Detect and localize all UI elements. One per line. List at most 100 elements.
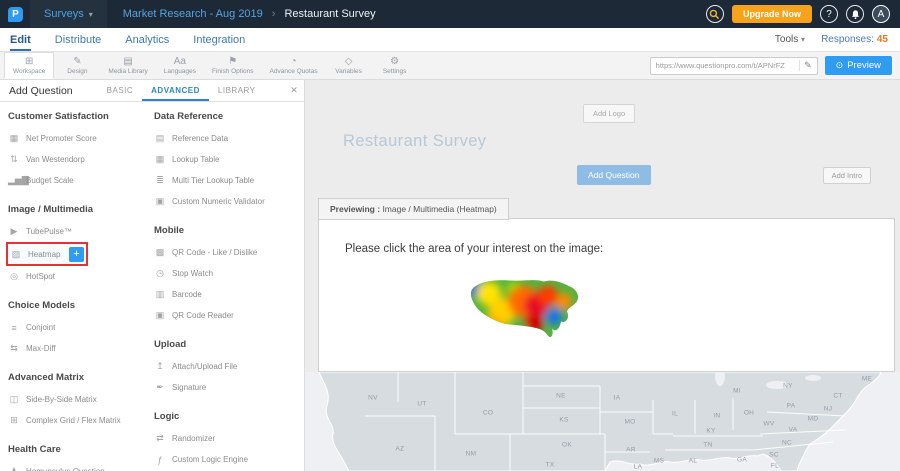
question-type-complex-grid-flex-matrix[interactable]: ⊞Complex Grid / Flex Matrix [8, 410, 140, 431]
toolbar-item-media-library[interactable]: ▤Media Library [100, 52, 155, 79]
toolbar-item-label: Workspace [13, 68, 45, 75]
question-type-custom-logic-engine[interactable]: ƒCustom Logic Engine [154, 449, 299, 470]
question-type-barcode[interactable]: ▥Barcode [154, 284, 299, 305]
question-type-side-by-side-matrix[interactable]: ◫Side-By-Side Matrix [8, 389, 140, 410]
responses-status[interactable]: Responses:45 [821, 34, 888, 45]
signature-pen-icon: ✒ [154, 382, 166, 393]
question-type-max-diff[interactable]: ⇆Max-Diff [8, 338, 140, 359]
question-type-label: Barcode [172, 290, 202, 299]
section-title-mobile: Mobile [154, 225, 299, 236]
question-type-stop-watch[interactable]: ◷Stop Watch [154, 263, 299, 284]
toolbar-item-finish-options[interactable]: ⚑Finish Options [204, 52, 262, 79]
previewing-label: Previewing : [330, 204, 380, 214]
question-type-randomizer[interactable]: ⇄ Randomizer [154, 428, 299, 449]
state-label-la: LA [634, 464, 643, 471]
budget-bars-icon: ▂▅▇ [8, 175, 20, 186]
maxdiff-arrows-icon: ⇆ [8, 343, 20, 354]
usa-heatmap-image[interactable] [464, 271, 584, 349]
topbar-actions: Upgrade Now ? A [706, 5, 900, 23]
add-question-panel-header: Add Question BASICADVANCEDLIBRARY ✕ [0, 80, 304, 102]
surveys-menu[interactable]: Surveys ▾ [30, 0, 107, 28]
side-by-side-matrix-icon: ◫ [8, 394, 20, 405]
question-type-multi-tier-lookup-table[interactable]: ≣Multi Tier Lookup Table [154, 170, 299, 191]
section-title-upload: Upload [154, 339, 299, 350]
question-type-label: Heatmap [28, 250, 60, 259]
state-label-pa: PA [787, 403, 796, 410]
heatmap-icon: ▨ [10, 249, 22, 260]
survey-canvas: MENYMICTPANJMDNEIAILINOHWVNVUTCOKSMOKYVA… [305, 80, 900, 471]
question-type-custom-numeric-validator[interactable]: ▣Custom Numeric Validator [154, 191, 299, 212]
question-type-reference-data[interactable]: ▤Reference Data [154, 128, 299, 149]
panel-tab-basic[interactable]: BASIC [98, 80, 143, 101]
survey-url-box[interactable]: https://www.questionpro.com/t/APNrFZ ✎ [650, 57, 818, 75]
question-type-qr-code-like-dislike[interactable]: ▩QR Code - Like / Dislike [154, 242, 299, 263]
edit-url-pencil-icon[interactable]: ✎ [799, 60, 812, 71]
tools-menu[interactable]: Tools ▾ [775, 34, 805, 45]
state-label-ia: IA [614, 395, 621, 402]
toolbar-item-workspace[interactable]: ⊞Workspace [4, 52, 54, 79]
question-type-homunculus-question[interactable]: ♟Homunculus Question [8, 461, 140, 471]
design-pencil-icon: ✎ [73, 56, 81, 67]
breadcrumb-folder-link[interactable]: Market Research - Aug 2019 [123, 8, 263, 20]
question-type-net-promoter-score[interactable]: ▦Net Promoter Score [8, 128, 140, 149]
questionpro-logo[interactable]: P [8, 7, 23, 22]
question-type-signature[interactable]: ✒Signature [154, 377, 299, 398]
preview-button-label: Preview [847, 60, 881, 71]
add-heatmap-plus-button[interactable]: + [69, 247, 84, 262]
responses-label: Responses: [821, 34, 874, 45]
state-label-nc: NC [782, 440, 792, 447]
add-logo-button[interactable]: Add Logo [583, 104, 635, 123]
question-type-qr-code-reader[interactable]: ▣QR Code Reader [154, 305, 299, 326]
panel-tab-library[interactable]: LIBRARY [209, 80, 265, 101]
question-type-attach-upload-file[interactable]: ↥Attach/Upload File [154, 356, 299, 377]
toolbar-item-variables[interactable]: ◇Variables [326, 52, 372, 79]
toolbar-items: ⊞Workspace✎Design▤Media LibraryAaLanguag… [4, 52, 418, 79]
nav-tab-integration[interactable]: Integration [193, 28, 245, 51]
reference-data-icon: ▤ [154, 133, 166, 144]
close-panel-button[interactable]: ✕ [284, 80, 304, 101]
nav-tab-analytics[interactable]: Analytics [125, 28, 169, 51]
previewing-question-type: Image / Multimedia (Heatmap) [380, 204, 497, 214]
question-type-tubepulse[interactable]: ▶TubePulse™ [8, 221, 140, 242]
search-icon [709, 9, 720, 20]
add-question-button[interactable]: Add Question [577, 165, 651, 185]
nav-tab-distribute[interactable]: Distribute [55, 28, 101, 51]
question-type-hotspot[interactable]: ◎HotSpot [8, 266, 140, 287]
question-type-label: Net Promoter Score [26, 134, 97, 143]
state-label-al: AL [689, 458, 698, 465]
complex-grid-icon: ⊞ [8, 415, 20, 426]
panel-tab-advanced[interactable]: ADVANCED [142, 80, 209, 101]
bell-icon [850, 9, 861, 20]
question-type-label: HotSpot [26, 272, 55, 281]
breadcrumb-current-survey: Restaurant Survey [284, 8, 375, 20]
toolbar-item-advance-quotas[interactable]: ◔Advance Quotas [262, 52, 326, 79]
lookup-table-icon: ▦ [154, 154, 166, 165]
question-type-label: Randomizer [172, 434, 215, 443]
question-type-conjoint[interactable]: ≡Conjoint [8, 317, 140, 338]
question-type-label: QR Code Reader [172, 311, 234, 320]
account-avatar[interactable]: A [872, 5, 890, 23]
toolbar-item-settings[interactable]: ⚙Settings [372, 52, 418, 79]
question-preview-body: Please click the area of your interest o… [318, 218, 895, 372]
top-bar: P Surveys ▾ Market Research - Aug 2019 ›… [0, 0, 900, 28]
toolbar-item-languages[interactable]: AaLanguages [156, 52, 204, 79]
question-type-van-westendorp[interactable]: ⇅Van Westendorp [8, 149, 140, 170]
panel-column-right: Data Reference▤Reference Data▦Lookup Tab… [146, 102, 305, 471]
question-type-budget-scale[interactable]: ▂▅▇Budget Scale [8, 170, 140, 191]
app-window: P Surveys ▾ Market Research - Aug 2019 ›… [0, 0, 900, 471]
nav-tab-edit[interactable]: Edit [10, 28, 31, 51]
toolbar-item-design[interactable]: ✎Design [54, 52, 100, 79]
randomizer-shuffle-icon: ⇄ [154, 433, 166, 444]
search-button[interactable] [706, 5, 724, 23]
help-button[interactable]: ? [820, 5, 838, 23]
add-intro-button[interactable]: Add Intro [823, 167, 871, 184]
question-type-heatmap[interactable]: ▨ Heatmap + [6, 242, 88, 266]
question-type-lookup-table[interactable]: ▦Lookup Table [154, 149, 299, 170]
upgrade-now-button[interactable]: Upgrade Now [732, 5, 812, 23]
state-label-md: MD [808, 416, 819, 423]
state-label-ny: NY [783, 383, 793, 390]
notifications-button[interactable] [846, 5, 864, 23]
state-label-fl: FL [771, 463, 779, 470]
section-title-health-care: Health Care [8, 444, 140, 455]
preview-button[interactable]: ⊙ Preview [825, 56, 892, 75]
